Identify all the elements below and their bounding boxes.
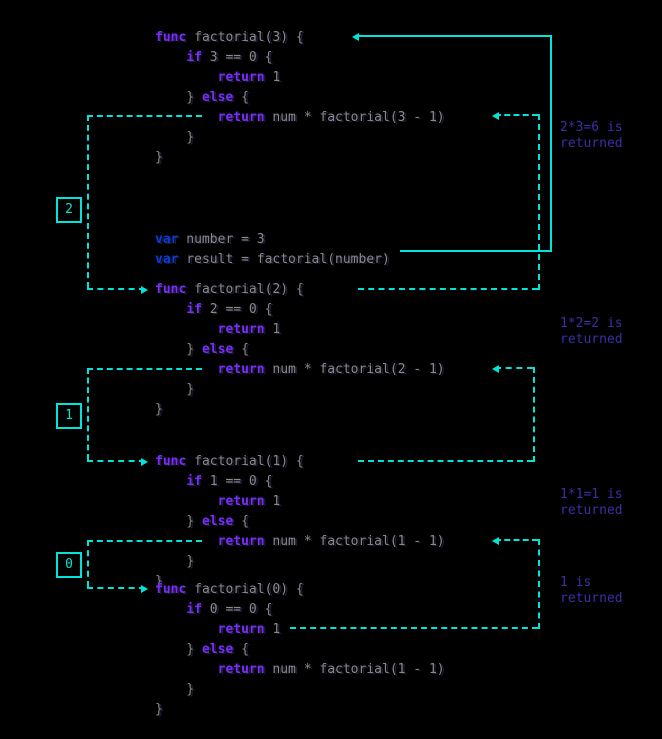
code-line: return num * factorial(1 - 1) xyxy=(155,660,445,680)
code-line: if 3 == 0 { xyxy=(155,48,272,68)
code-line: return 1 xyxy=(155,68,280,88)
code-line: var result = factorial(number) xyxy=(155,250,390,270)
code-line: } xyxy=(155,128,194,148)
code-line: return 1 xyxy=(155,492,280,512)
code-line: return 1 xyxy=(155,320,280,340)
code-line: var number = 3 xyxy=(155,230,265,250)
note-return-1: 1*1=1 is returned xyxy=(560,487,623,519)
badge-1: 1 xyxy=(56,403,82,429)
code-line: } else { xyxy=(155,640,249,660)
code-line: return num * factorial(3 - 1) xyxy=(155,108,445,128)
code-line: if 0 == 0 { xyxy=(155,600,272,620)
code-line: } xyxy=(155,680,194,700)
code-line: if 2 == 0 { xyxy=(155,300,272,320)
code-line: } else { xyxy=(155,340,249,360)
code-line: } xyxy=(155,700,163,720)
arrow-call-3 xyxy=(400,250,550,252)
code-line: return num * factorial(2 - 1) xyxy=(155,360,445,380)
code-line: } else { xyxy=(155,512,249,532)
note-return-3: 2*3=6 is returned xyxy=(560,120,623,152)
badge-2: 2 xyxy=(56,197,82,223)
code-line: func factorial(0) { xyxy=(155,580,304,600)
code-line: func factorial(2) { xyxy=(155,280,304,300)
code-line: if 1 == 0 { xyxy=(155,472,272,492)
code-line: } xyxy=(155,552,194,572)
code-line: } xyxy=(155,400,163,420)
code-line: return 1 xyxy=(155,620,280,640)
arrow-return-3 xyxy=(358,288,538,290)
arrow-return-1 xyxy=(290,627,538,629)
arrow-recurse-1 xyxy=(87,368,202,370)
code-line: } xyxy=(155,380,194,400)
note-return-0: 1 is returned xyxy=(560,575,623,607)
code-line: func factorial(3) { xyxy=(155,28,304,48)
note-return-2: 1*2=2 is returned xyxy=(560,316,623,348)
badge-0: 0 xyxy=(56,552,82,578)
code-line: } xyxy=(155,148,163,168)
arrow-recurse-2 xyxy=(87,115,202,117)
code-line: } else { xyxy=(155,88,249,108)
code-line: func factorial(1) { xyxy=(155,452,304,472)
code-line: return num * factorial(1 - 1) xyxy=(155,532,445,552)
recursion-diagram: func factorial(3) {func factorial(3) { i… xyxy=(0,0,662,739)
arrow-return-2 xyxy=(358,460,533,462)
arrow-recurse-0 xyxy=(87,540,202,542)
